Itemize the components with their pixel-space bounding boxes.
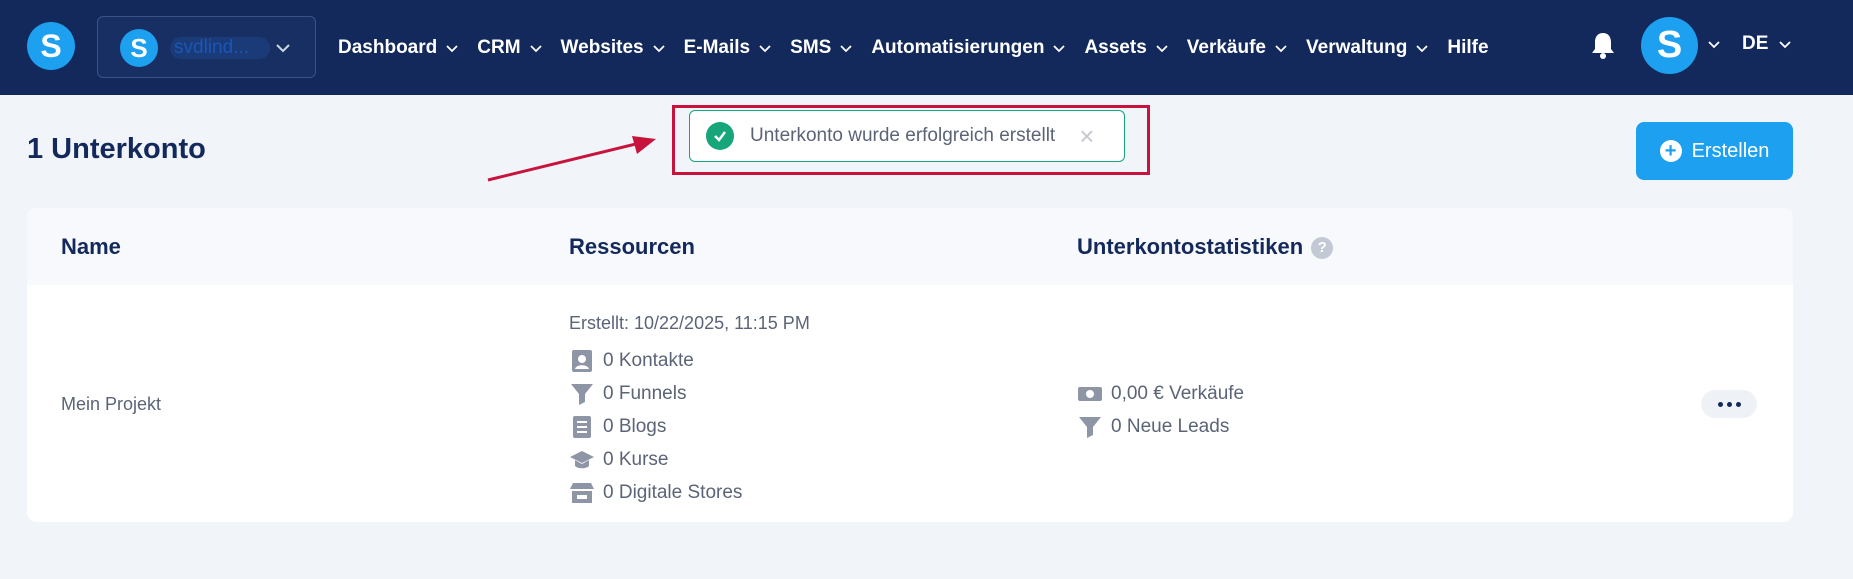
- create-button-label: Erstellen: [1691, 139, 1770, 162]
- column-header-stats: Unterkontostatistiken?: [1077, 234, 1334, 260]
- contacts-icon: [569, 349, 595, 373]
- chevron-down-icon: [1275, 44, 1287, 52]
- menu-item-dashboard[interactable]: Dashboard: [338, 37, 459, 59]
- dot-icon: [1735, 401, 1741, 407]
- dot-icon: [1717, 401, 1723, 407]
- stat-sales: 0,00 € Verkäufe: [1077, 377, 1244, 410]
- menu-item-automations[interactable]: Automatisierungen: [871, 37, 1066, 59]
- menu-item-label: SMS: [790, 36, 832, 58]
- language-label: DE: [1742, 33, 1769, 54]
- course-icon: [569, 449, 595, 471]
- menu-item-sms[interactable]: SMS: [790, 37, 853, 59]
- resource-label: 0 Kontakte: [603, 349, 694, 371]
- stats-cell: 0,00 € Verkäufe 0 Neue Leads: [1077, 377, 1244, 443]
- menu-item-sales[interactable]: Verkäufe: [1187, 37, 1288, 59]
- chevron-down-icon: [840, 44, 852, 52]
- funnel-icon: [1077, 415, 1103, 439]
- chevron-down-icon: [529, 44, 542, 52]
- chevron-down-icon[interactable]: [1707, 37, 1721, 51]
- resource-stores: 0 Digitale Stores: [569, 476, 810, 509]
- menu-item-assets[interactable]: Assets: [1084, 37, 1168, 59]
- menu-item-label: E-Mails: [683, 36, 751, 58]
- resource-label: 0 Kurse: [603, 448, 669, 470]
- stat-label: 0 Neue Leads: [1111, 415, 1230, 437]
- page-title: 1 Unterkonto: [27, 133, 206, 165]
- help-icon[interactable]: ?: [1311, 237, 1334, 259]
- chevron-down-icon: [1156, 44, 1168, 52]
- column-header-resources: Ressourcen: [569, 234, 695, 259]
- menu-item-websites[interactable]: Websites: [561, 37, 666, 59]
- subaccount-name[interactable]: Mein Projekt: [61, 394, 161, 415]
- account-name: svdlind...: [170, 37, 270, 59]
- menu-item-crm[interactable]: CRM: [477, 37, 542, 59]
- menu-item-administration[interactable]: Verwaltung: [1306, 37, 1429, 59]
- column-header-stats-label: Unterkontostatistiken: [1077, 234, 1304, 259]
- chevron-down-icon: [276, 44, 290, 53]
- subaccounts-table: Name Ressourcen Unterkontostatistiken? M…: [27, 208, 1793, 522]
- chevron-down-icon: [759, 44, 771, 52]
- account-logo: S: [120, 29, 158, 67]
- blog-icon: [569, 415, 595, 439]
- menu-item-help[interactable]: Hilfe: [1447, 37, 1488, 59]
- menu-item-label: Hilfe: [1447, 36, 1489, 58]
- resource-blogs: 0 Blogs: [569, 410, 810, 443]
- chevron-down-icon: [446, 44, 458, 52]
- menu-item-label: Dashboard: [338, 36, 438, 58]
- create-subaccount-button[interactable]: + Erstellen: [1636, 122, 1793, 180]
- stat-leads: 0 Neue Leads: [1077, 410, 1244, 443]
- menu-item-emails[interactable]: E-Mails: [684, 37, 773, 59]
- menu-item-label: Websites: [560, 36, 644, 58]
- stat-label: 0,00 € Verkäufe: [1111, 382, 1245, 404]
- resources-cell: Erstellt: 10/22/2025, 11:15 PM 0 Kontakt…: [569, 311, 810, 509]
- main-menu: Dashboard CRM Websites E-Mails SMS Autom…: [338, 0, 1507, 95]
- store-icon: [569, 481, 595, 505]
- bell-icon[interactable]: [1590, 30, 1616, 60]
- resource-funnels: 0 Funnels: [569, 377, 810, 410]
- menu-item-label: Assets: [1084, 36, 1147, 58]
- created-date: Erstellt: 10/22/2025, 11:15 PM: [569, 313, 810, 333]
- close-icon[interactable]: ×: [1079, 123, 1094, 149]
- funnel-icon: [569, 382, 595, 406]
- column-header-name: Name: [61, 234, 121, 259]
- resource-label: 0 Blogs: [603, 415, 667, 437]
- resource-label: 0 Funnels: [603, 382, 687, 404]
- resource-courses: 0 Kurse: [569, 443, 810, 476]
- menu-item-label: CRM: [477, 36, 521, 58]
- chevron-down-icon: [652, 44, 665, 52]
- dot-icon: [1726, 401, 1732, 407]
- toast-message: Unterkonto wurde erfolgreich erstellt: [750, 125, 1056, 146]
- menu-item-label: Automatisierungen: [871, 36, 1045, 58]
- success-toast: Unterkonto wurde erfolgreich erstellt ×: [689, 110, 1125, 162]
- menu-item-label: Verwaltung: [1306, 36, 1408, 58]
- chevron-down-icon: [1053, 44, 1066, 52]
- language-switcher[interactable]: DE: [1742, 33, 1792, 55]
- chevron-down-icon: [1416, 44, 1429, 52]
- annotation-arrow: [487, 136, 656, 182]
- resource-contacts: 0 Kontakte: [569, 344, 810, 377]
- account-switcher[interactable]: S svdlind...: [97, 16, 316, 78]
- user-avatar[interactable]: S: [1641, 17, 1698, 74]
- app-logo[interactable]: S: [27, 22, 75, 70]
- plus-icon: +: [1659, 140, 1682, 162]
- row-actions-button[interactable]: [1701, 390, 1757, 418]
- top-navbar: S S svdlind... Dashboard CRM Websites E-…: [0, 0, 1853, 95]
- menu-item-label: Verkäufe: [1186, 36, 1267, 58]
- check-circle-icon: [706, 122, 734, 150]
- money-icon: [1077, 384, 1103, 404]
- resource-label: 0 Digitale Stores: [603, 481, 743, 503]
- chevron-down-icon: [1779, 41, 1792, 49]
- table-header: Name Ressourcen Unterkontostatistiken?: [27, 208, 1793, 285]
